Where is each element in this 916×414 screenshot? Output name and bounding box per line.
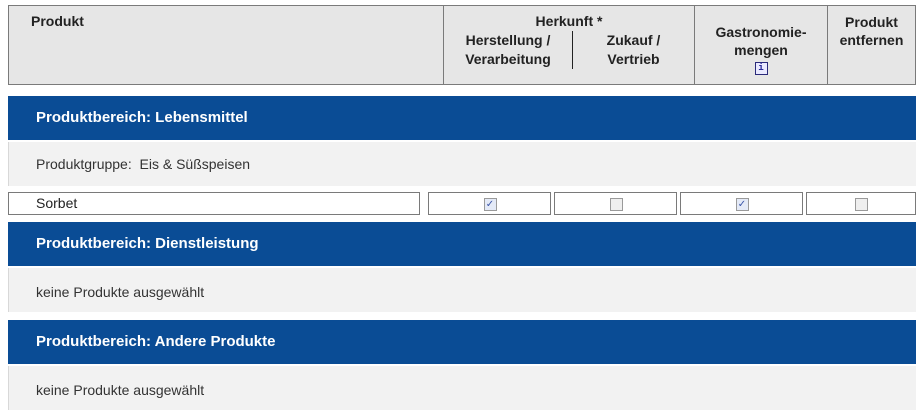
empty-text: keine Produkte ausgewählt (36, 382, 205, 398)
column-header-product-label: Produkt (31, 13, 84, 29)
gastro-cell: ✓ (680, 192, 803, 215)
info-icon[interactable]: i (754, 62, 768, 75)
empty-row-services: keine Produkte ausgewählt (8, 268, 916, 312)
column-header-purchase: Zukauf / Vertrieb (606, 32, 661, 67)
manufacture-checkbox[interactable]: ✓ (483, 197, 497, 211)
product-group-row: Produktgruppe: Eis & Süßspeisen (8, 142, 916, 186)
products-table-header: Produkt Herkunft * Herstellung / Verarbe… (8, 5, 916, 85)
section-header-food: Produktbereich: Lebensmittel (8, 96, 916, 140)
purchase-cell (554, 192, 677, 215)
section-header-other: Produktbereich: Andere Produkte (8, 320, 916, 364)
remove-checkbox[interactable] (855, 197, 868, 211)
column-header-manufacture: Herstellung / Verarbeitung (444, 31, 573, 69)
column-header-gastro: Gastronomie- mengen i (694, 5, 828, 85)
remove-cell (806, 192, 916, 215)
manufacture-cell: ✓ (428, 192, 551, 215)
column-header-origin: Herkunft * Herstellung / Verarbeitung Zu… (443, 5, 695, 85)
column-header-product: Produkt (8, 5, 444, 85)
table-row: Sorbet ✓ ✓ (8, 192, 916, 215)
empty-row-other: keine Produkte ausgewählt (8, 366, 916, 410)
column-header-origin-label: Herkunft * (535, 13, 603, 29)
product-group-name: Eis & Süßspeisen (139, 156, 251, 172)
section-header-services: Produktbereich: Dienstleistung (8, 222, 916, 266)
gastro-checkbox[interactable]: ✓ (735, 197, 749, 211)
product-name: Sorbet (36, 195, 78, 211)
purchase-checkbox[interactable] (609, 197, 623, 211)
column-header-remove: Produkt entfernen (827, 5, 916, 85)
product-name-cell: Sorbet (8, 192, 420, 215)
empty-text: keine Produkte ausgewählt (36, 284, 205, 300)
product-group-label: Produktgruppe: (36, 156, 132, 172)
